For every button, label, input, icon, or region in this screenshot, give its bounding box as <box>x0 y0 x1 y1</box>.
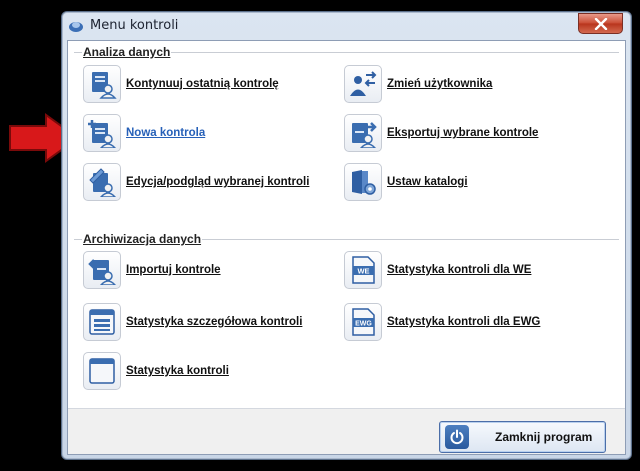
new-document-user-icon <box>88 120 116 148</box>
app-icon <box>69 22 83 32</box>
switch-user-icon <box>350 71 377 96</box>
menu-window: Menu kontroli Analiza danych Kontynuuj o… <box>61 11 632 460</box>
close-program-label: Zamknij program <box>495 430 593 444</box>
power-icon <box>445 425 469 449</box>
group-title-analysis: Analiza danych <box>82 45 172 59</box>
edit-preview-control-item[interactable]: Edycja/podgląd wybranej kontroli <box>83 163 309 201</box>
title-bar: Menu kontroli <box>62 12 631 40</box>
stats-ewg-label: Statystyka kontroli dla EWG <box>387 316 541 328</box>
window-title: Menu kontroli <box>90 18 179 33</box>
export-selected-controls-item[interactable]: Eksportuj wybrane kontrole <box>344 114 538 152</box>
edit-preview-control-label: Edycja/podgląd wybranej kontroli <box>126 176 310 188</box>
group-title-archive: Archiwizacja danych <box>82 232 203 246</box>
edit-document-icon <box>89 168 116 197</box>
change-user-label: Zmień użytkownika <box>387 78 493 90</box>
continue-last-control-item[interactable]: Kontynuuj ostatnią kontrolę <box>83 65 279 103</box>
new-control-item[interactable]: Nowa kontrola <box>83 114 205 152</box>
new-control-label: Nowa kontrola <box>126 127 206 139</box>
stats-we-label: Statystyka kontroli dla WE <box>387 264 532 276</box>
import-document-icon <box>88 259 116 285</box>
continue-last-control-label: Kontynuuj ostatnią kontrolę <box>126 78 279 90</box>
ewg-icon-text: EWG <box>355 321 372 328</box>
window-icon <box>89 358 115 384</box>
export-document-icon <box>352 122 377 148</box>
import-controls-label: Importuj kontrole <box>126 264 221 276</box>
import-controls-item[interactable]: Importuj kontrole <box>83 251 221 289</box>
window-close-button[interactable] <box>578 13 623 34</box>
folder-settings-icon <box>352 170 376 195</box>
export-selected-controls-label: Eksportuj wybrane kontrole <box>387 127 539 139</box>
set-catalogs-label: Ustaw katalogi <box>387 176 468 188</box>
footer: Zamknij program <box>68 409 625 454</box>
change-user-item[interactable]: Zmień użytkownika <box>344 65 492 103</box>
stats-detailed-item[interactable]: Statystyka szczegółowa kontroli <box>83 303 302 341</box>
set-catalogs-item[interactable]: Ustaw katalogi <box>344 163 468 201</box>
document-user-icon <box>92 72 117 99</box>
stats-we-item[interactable]: WE Statystyka kontroli dla WE <box>344 251 531 289</box>
close-icon <box>594 17 607 30</box>
stats-ewg-item[interactable]: EWG Statystyka kontroli dla EWG <box>344 303 540 341</box>
form-window-icon <box>89 309 115 335</box>
client-area: Analiza danych Kontynuuj ostatnią kontro… <box>67 40 626 455</box>
we-document-icon: WE <box>352 256 375 284</box>
stats-control-label: Statystyka kontroli <box>126 365 229 377</box>
close-program-button[interactable]: Zamknij program <box>439 421 606 453</box>
stats-control-item[interactable]: Statystyka kontroli <box>83 352 229 390</box>
stats-detailed-label: Statystyka szczegółowa kontroli <box>126 316 303 328</box>
ewg-document-icon: EWG <box>352 308 375 336</box>
we-icon-text: WE <box>357 267 369 276</box>
